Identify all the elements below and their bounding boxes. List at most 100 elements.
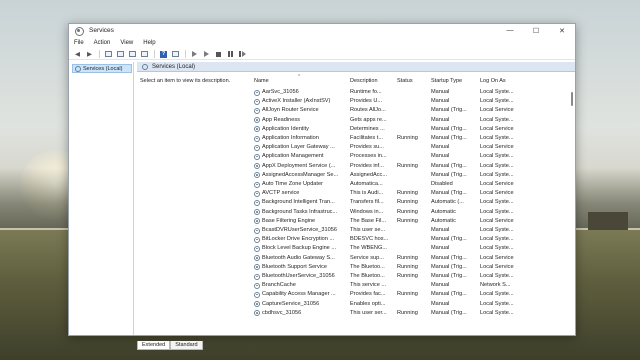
service-gear-icon xyxy=(254,301,260,308)
column-header-description[interactable]: Description xyxy=(350,78,395,84)
service-name: ActiveX Installer (AxInstSV) xyxy=(262,98,331,105)
table-row[interactable]: Bluetooth Support Service The Bluetoo... R… xyxy=(252,263,570,272)
table-row[interactable]: BcastDVRUserService_31056 This user se...… xyxy=(252,226,570,235)
console-view-icon[interactable] xyxy=(171,50,180,59)
title-bar[interactable]: Services — ☐ ✕ xyxy=(69,24,575,37)
service-description: Service sup... xyxy=(350,254,384,261)
content-header: Services (Local) xyxy=(137,62,575,72)
console-tree-icon[interactable] xyxy=(104,50,113,59)
service-name: CaptureService_31056 xyxy=(262,300,320,307)
service-status: Running xyxy=(397,263,418,270)
tab-extended[interactable]: Extended xyxy=(137,341,171,350)
minimize-button[interactable]: — xyxy=(497,24,523,37)
table-row[interactable]: Bluetooth Audio Gateway S... Service sup.… xyxy=(252,254,570,263)
service-gear-icon xyxy=(254,117,260,124)
service-log-on-as: Local Syste... xyxy=(480,300,514,307)
table-row[interactable]: Capability Access Manager ... Provides fa… xyxy=(252,290,570,299)
menu-file[interactable]: File xyxy=(69,40,89,46)
service-gear-icon xyxy=(254,181,260,188)
service-description: Facilitates t... xyxy=(350,135,383,141)
service-status: Running xyxy=(397,217,418,224)
table-row[interactable]: AllJoyn Router Service Routes AllJo... Man… xyxy=(252,106,570,115)
toolbar-separator xyxy=(99,50,100,58)
service-gear-icon xyxy=(254,126,260,133)
service-log-on-as: Local Service xyxy=(480,263,514,270)
service-status xyxy=(397,152,430,161)
help-icon[interactable]: ? xyxy=(159,50,168,59)
service-status: Running xyxy=(397,190,418,197)
table-row[interactable]: AssignedAccessManager Se... AssignedAcc..… xyxy=(252,171,570,180)
refresh-icon[interactable] xyxy=(128,50,137,59)
table-row[interactable]: Base Filtering Engine The Base Fil... Runn… xyxy=(252,217,570,226)
close-button[interactable]: ✕ xyxy=(549,24,575,37)
stop-icon[interactable] xyxy=(214,50,223,59)
table-row[interactable]: Application Layer Gateway ... Provides su… xyxy=(252,143,570,152)
back-arrow-icon[interactable]: ◀ xyxy=(73,50,82,59)
service-startup-type: Manual xyxy=(431,89,450,95)
service-name: BcastDVRUserService_31056 xyxy=(262,227,337,233)
vertical-scrollbar[interactable] xyxy=(570,86,575,320)
service-name: AllJoyn Router Service xyxy=(262,107,319,114)
service-log-on-as: Local Syste... xyxy=(480,162,514,169)
table-row[interactable]: BranchCache This service ... Manual Network… xyxy=(252,281,570,290)
column-header-log-on-as[interactable]: Log On As xyxy=(480,78,522,84)
service-status: Running xyxy=(397,254,418,261)
tab-standard[interactable]: Standard xyxy=(170,341,203,350)
service-name: AssignedAccessManager Se... xyxy=(262,171,339,178)
service-gear-icon xyxy=(254,209,260,216)
table-row[interactable]: cbdhsvc_31056 This user ser... Running Manu… xyxy=(252,309,570,318)
table-row[interactable]: AppX Deployment Service (... Provides inf… xyxy=(252,162,570,171)
service-startup-type: Disabled xyxy=(431,181,453,187)
menu-action[interactable]: Action xyxy=(89,40,116,46)
column-header-startup-type[interactable]: Startup Type xyxy=(431,78,479,84)
table-row[interactable]: Application Information Facilitates t... R… xyxy=(252,134,570,143)
service-status: Running xyxy=(397,291,418,298)
tree-item-label: Services (Local) xyxy=(83,65,123,72)
table-row[interactable]: BluetoothUserService_31056 The Bluetoo...… xyxy=(252,272,570,281)
table-row[interactable]: CaptureService_31056 Enables opti... Manua… xyxy=(252,300,570,309)
maximize-button[interactable]: ☐ xyxy=(523,24,549,37)
export-list-icon[interactable] xyxy=(140,50,149,59)
service-gear-icon xyxy=(254,218,260,225)
content-header-title: Services (Local) xyxy=(152,63,196,70)
service-log-on-as: Local Syste... xyxy=(480,89,514,95)
service-status xyxy=(397,97,430,106)
menu-help[interactable]: Help xyxy=(138,40,160,46)
service-description: Provides su... xyxy=(350,144,384,151)
table-row[interactable]: BitLocker Drive Encryption ... BDESVC hos… xyxy=(252,235,570,244)
column-header-status[interactable]: Status xyxy=(397,78,430,84)
table-row[interactable]: Block Level Backup Engine ... The WBENG..… xyxy=(252,244,570,253)
table-row[interactable]: App Readiness Gets apps re... Manual Local … xyxy=(252,116,570,125)
tree-item-services-local[interactable]: Services (Local) xyxy=(72,64,132,73)
table-row[interactable]: Auto Time Zone Updater Automatica... Disab… xyxy=(252,180,570,189)
service-name: Application Layer Gateway ... xyxy=(262,144,335,151)
service-gear-icon xyxy=(254,144,260,151)
service-log-on-as: Local Service xyxy=(480,107,514,114)
restart-icon[interactable] xyxy=(238,50,247,59)
service-log-on-as: Local Syste... xyxy=(480,227,514,233)
table-row[interactable]: AVCTP service This is Audi... Running Manua… xyxy=(252,189,570,198)
services-gear-icon xyxy=(74,26,84,36)
play-icon[interactable] xyxy=(202,50,211,59)
service-startup-type: Automatic xyxy=(431,208,456,215)
menu-view[interactable]: View xyxy=(115,40,138,46)
scrollbar-thumb[interactable] xyxy=(571,92,573,106)
table-row[interactable]: Application Management Processes in... Man… xyxy=(252,152,570,161)
service-log-on-as: Local Syste... xyxy=(480,309,514,316)
service-description: Determines ... xyxy=(350,125,385,132)
properties-icon[interactable] xyxy=(116,50,125,59)
pause-icon[interactable] xyxy=(226,50,235,59)
service-name: BluetoothUserService_31056 xyxy=(262,273,335,279)
service-status: Running xyxy=(397,309,418,316)
service-startup-type: Manual (Trig... xyxy=(431,273,467,279)
start-icon[interactable] xyxy=(190,50,199,59)
forward-arrow-icon[interactable]: ▶ xyxy=(85,50,94,59)
column-header-name[interactable]: Name xyxy=(254,78,349,84)
table-row[interactable]: Background Intelligent Tran... Transfers … xyxy=(252,198,570,207)
service-startup-type: Manual (Trig... xyxy=(431,309,467,316)
table-row[interactable]: Application Identity Determines ... Manual… xyxy=(252,125,570,134)
table-row[interactable]: ActiveX Installer (AxInstSV) Provides U..… xyxy=(252,97,570,106)
service-startup-type: Manual (Trig... xyxy=(431,135,467,141)
table-row[interactable]: AarSvc_31056 Runtime fo... Manual Local Sys… xyxy=(252,88,570,97)
table-row[interactable]: Background Tasks Infrastruc... Windows in… xyxy=(252,208,570,217)
